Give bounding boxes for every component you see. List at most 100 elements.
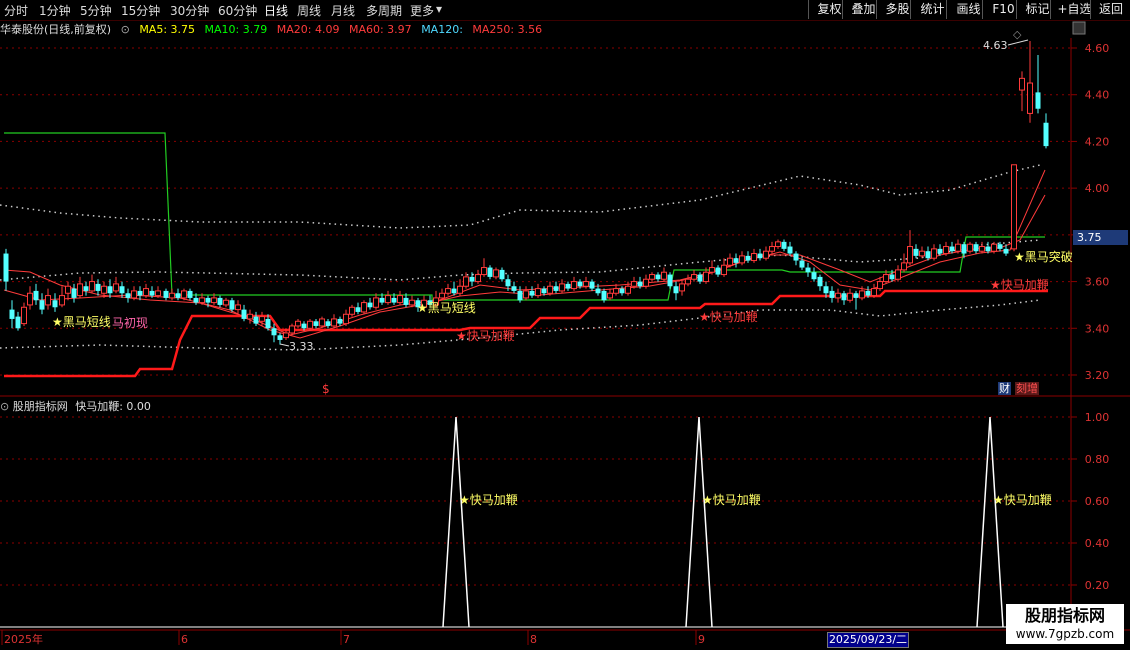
candle-body-up (331, 318, 337, 327)
candle-body-down (637, 281, 643, 287)
indicator-spike (976, 416, 1004, 628)
candle-body-down (733, 258, 739, 263)
candle-body-up (1027, 82, 1033, 114)
candle-body-up (571, 281, 577, 290)
candle-body-down (757, 253, 763, 259)
high-price-label: 4.63 (983, 39, 1008, 52)
candle-body-up (319, 318, 325, 327)
candle-body-up (65, 285, 71, 294)
increase-badge[interactable]: 刻增 (1015, 382, 1039, 395)
candle-body-up (847, 292, 853, 301)
candle-body-down (217, 297, 223, 305)
candle-body-down (253, 316, 259, 324)
candle-body-up (691, 274, 697, 280)
price-tick-label: 4.20 (1085, 135, 1110, 148)
kline-chart[interactable]: 4.604.404.204.003.803.603.403.201.000.80… (0, 0, 1130, 650)
candle-body-down (137, 290, 143, 296)
candle-body-up (397, 295, 403, 304)
ma60-line (3, 169, 1046, 339)
candle-body-down (889, 274, 895, 280)
candle-body-up (685, 278, 691, 285)
candle-body-up (361, 302, 367, 313)
red-support-line (4, 289, 1048, 378)
date-label: 9 (698, 633, 705, 646)
candle-body-up (907, 246, 913, 264)
candle-body-down (553, 286, 559, 291)
candle-body-up (295, 320, 301, 327)
candle-body-up (559, 283, 565, 292)
candle-body-up (199, 297, 205, 304)
candle-body-up (775, 241, 781, 248)
candle-body-up (259, 316, 265, 322)
scroll-button (1072, 21, 1086, 35)
settings-circle-icon[interactable]: ⊙ (0, 400, 9, 413)
candle-body-down (667, 274, 673, 287)
candle-body-up (21, 306, 27, 325)
indicator-signal-label: ★快马加鞭 (459, 493, 518, 507)
candle-body-up (235, 304, 241, 311)
candle-body-down (451, 288, 457, 294)
candle-body-down (793, 253, 799, 261)
candle-body-up (457, 285, 463, 294)
ma20-line (3, 194, 1046, 336)
candle-body-down (541, 288, 547, 294)
candle-body-up (871, 288, 877, 297)
indicator-signal-label: ★快马加鞭 (993, 493, 1052, 507)
indicator-source: 股朋指标网 (12, 400, 68, 413)
indicator-tick-label: 1.00 (1085, 411, 1110, 424)
indicator-info-bar: ⊙ 股朋指标网 快马加鞭: 0.00 (0, 398, 151, 414)
candle-body-up (631, 281, 637, 287)
candle-body-down (511, 286, 517, 291)
signal-kuaima: ★快马加鞭 (990, 278, 1049, 292)
candle-body-up (343, 313, 349, 325)
finance-badge[interactable]: 财 (998, 382, 1011, 395)
candle-body-up (643, 278, 649, 287)
current-price-tag: 3.75 (1073, 230, 1128, 245)
candle-body-up (445, 288, 451, 294)
candle-body-up (1019, 77, 1025, 91)
candle-body-down (937, 248, 943, 254)
signal-heima-start: 马初现 (112, 316, 148, 330)
indicator-tick-label: 0.20 (1085, 579, 1110, 592)
candle-body-up (523, 290, 529, 299)
candle-body-down (865, 290, 871, 296)
candle-body-up (919, 250, 925, 257)
candle-body-up (481, 267, 487, 276)
candle-body-down (961, 244, 967, 254)
candle-body-up (131, 290, 137, 299)
candle-body-up (877, 281, 883, 290)
candle-body-down (529, 290, 535, 296)
date-cursor: 2025/09/23/二 (827, 632, 909, 648)
candle-body-up (373, 297, 379, 308)
candle-body-down (673, 286, 679, 294)
candle-body-up (409, 299, 415, 306)
candle-body-up (649, 274, 655, 280)
candle-body-down (787, 246, 793, 254)
candle-body-up (763, 250, 769, 259)
candle-body-down (241, 309, 247, 319)
indicator-signal-label: ★快马加鞭 (702, 493, 761, 507)
signal-heima-short: ★黑马短线 (52, 315, 111, 329)
indicator-tick-label: 0.60 (1085, 495, 1110, 508)
candle-body-up (89, 281, 95, 292)
candle-body-up (769, 246, 775, 252)
signal-kuaima: ★快马加鞭 (456, 329, 515, 343)
price-tick-label: 3.60 (1085, 276, 1110, 289)
candle-body-up (113, 283, 119, 292)
candle-body-up (27, 292, 33, 306)
date-label: 6 (181, 633, 188, 646)
candle-body-down (52, 300, 58, 308)
candle-body-up (955, 243, 961, 252)
candle-body-down (829, 290, 835, 298)
candle-body-up (155, 290, 161, 297)
candle-body-up (535, 288, 541, 297)
candle-body-down (823, 286, 829, 294)
low-price-arrow (279, 343, 290, 347)
candle-body-up (211, 297, 217, 304)
watermark-url: www.7gpzb.com (1015, 627, 1115, 641)
candle-body-down (187, 290, 193, 298)
candle-body-down (71, 288, 77, 298)
candle-body-up (979, 246, 985, 252)
candle-body-up (307, 320, 313, 329)
date-label: 8 (530, 633, 537, 646)
